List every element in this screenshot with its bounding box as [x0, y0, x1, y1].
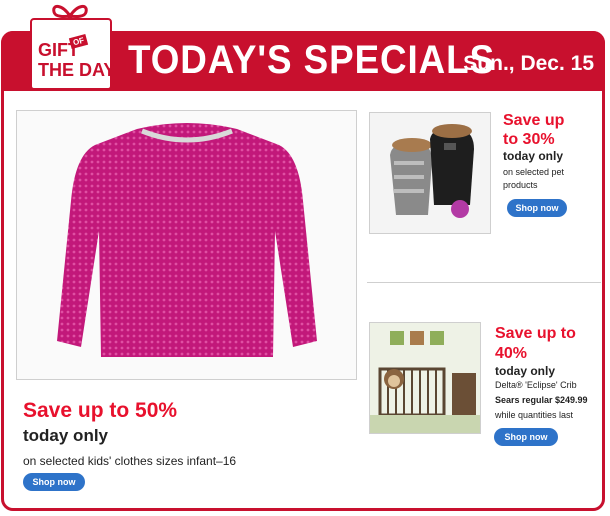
pet-shop-now-button[interactable]: Shop now	[507, 199, 567, 217]
page-title: TODAY'S SPECIALS	[128, 38, 496, 82]
crib-illustration	[370, 323, 480, 433]
pet-deal-headline-line1: Save up	[503, 112, 565, 129]
crib-deal-today: today only	[495, 364, 556, 378]
crib-deal-description: Delta® 'Eclipse' Crib	[495, 380, 577, 390]
section-divider	[367, 282, 601, 283]
crib-quantity-note: while quantities last	[495, 410, 574, 420]
pet-coats-product-image[interactable]	[369, 112, 491, 234]
sweater-product-image[interactable]	[16, 110, 357, 380]
bow-icon	[52, 5, 88, 19]
main-shop-now-button[interactable]: Shop now	[23, 473, 85, 491]
pet-deal-today: today only	[503, 149, 564, 163]
pet-deal-description-line2: products	[503, 180, 538, 190]
crib-deal-headline-line1: Save up to	[495, 325, 576, 342]
crib-deal-headline-line2: 40%	[495, 345, 528, 362]
date-label: Sun., Dec. 15	[463, 52, 594, 75]
sweater-illustration	[57, 123, 317, 357]
crib-product-image[interactable]	[369, 322, 481, 434]
pet-deal-headline: Save up to 30%	[503, 111, 564, 149]
main-deal-headline: Save up to 50%	[23, 399, 178, 422]
main-deal-description: on selected kids' clothes sizes infant–1…	[23, 454, 237, 468]
crib-regular-price: Sears regular $249.99	[495, 395, 588, 405]
pet-coats-illustration	[390, 124, 474, 218]
badge-text-the-day: THE DAY	[38, 60, 116, 80]
pet-deal-description: on selected pet products	[503, 166, 593, 192]
crib-deal-headline: Save up to 40%	[495, 324, 576, 364]
crib-shop-now-button[interactable]: Shop now	[494, 428, 558, 446]
pet-deal-description-line1: on selected pet	[503, 167, 565, 177]
main-deal-today: today only	[23, 426, 109, 445]
pet-deal-headline-line2: to 30%	[503, 131, 555, 148]
